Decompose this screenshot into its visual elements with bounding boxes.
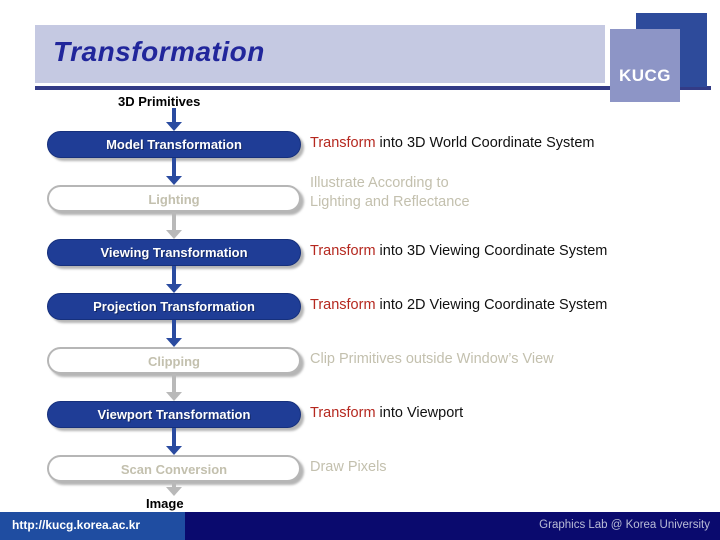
pipeline-stage-label: Projection Transformation: [93, 299, 255, 314]
pipeline-stage-box[interactable]: Model Transformation: [47, 131, 301, 158]
flow-connector-line: [172, 108, 176, 122]
pipeline-description-text: into Viewport: [375, 405, 464, 421]
pipeline-stage-description: Clip Primitives outside Window’s View: [310, 350, 554, 369]
pipeline-description-text: into 3D Viewing Coordinate System: [375, 243, 608, 259]
pipeline-description-keyword: Transform: [310, 135, 376, 151]
flow-connector-arrowhead: [166, 176, 182, 185]
pipeline-description-keyword: Transform: [310, 243, 376, 259]
pipeline-stage-box[interactable]: Scan Conversion: [47, 455, 301, 482]
pipeline-stage-label: Scan Conversion: [120, 462, 228, 477]
flow-connector-arrowhead: [166, 122, 182, 131]
flow-connector-arrowhead: [166, 487, 182, 496]
flow-connector-line: [172, 374, 176, 392]
pipeline-description-text: Illustrate According to: [310, 175, 449, 191]
flow-connector-line: [172, 428, 176, 446]
flow-connector-arrowhead: [166, 230, 182, 239]
pipeline-stage-description: Transform into 3D Viewing Coordinate Sys…: [310, 242, 607, 261]
pipeline-description-text: into 2D Viewing Coordinate System: [375, 297, 608, 313]
pipeline-stage-description: Illustrate According to Lighting and Refl…: [310, 174, 470, 212]
pipeline-stage-label: Viewing Transformation: [100, 245, 248, 260]
pipeline-stage-label: Clipping: [148, 354, 200, 369]
flow-connector-line: [172, 320, 176, 338]
flow-connector-line: [172, 212, 176, 230]
flow-connector-line: [172, 158, 176, 176]
pipeline-stage-box[interactable]: Projection Transformation: [47, 293, 301, 320]
pipeline-description-text: Draw Pixels: [310, 459, 387, 475]
pipeline-stage-description: Transform into 3D World Coordinate Syste…: [310, 134, 594, 153]
pipeline-description-text-line2: Lighting and Reflectance: [310, 194, 470, 210]
pipeline-stage-box[interactable]: Viewport Transformation: [47, 401, 301, 428]
pipeline-description-keyword: Transform: [310, 297, 376, 313]
pipeline-description-text: Clip Primitives outside Window’s View: [310, 351, 554, 367]
flow-connector-arrowhead: [166, 446, 182, 455]
pipeline-stage-label: Viewport Transformation: [97, 407, 251, 422]
footer-credit-text: Graphics Lab @ Korea University: [539, 519, 710, 531]
pipeline-stage-description: Draw Pixels: [310, 458, 387, 477]
pipeline-stage-box[interactable]: Viewing Transformation: [47, 239, 301, 266]
pipeline-stage-box[interactable]: Lighting: [47, 185, 301, 212]
pipeline-stage-box[interactable]: Clipping: [47, 347, 301, 374]
pipeline-flow-diagram: Model Transformation Transform into 3D Wo…: [0, 0, 720, 540]
flow-connector-arrowhead: [166, 392, 182, 401]
pipeline-stage-label: Model Transformation: [106, 137, 242, 152]
footer-url-link[interactable]: http://kucg.korea.ac.kr: [12, 518, 140, 532]
flow-connector-arrowhead: [166, 284, 182, 293]
flow-connector-line: [172, 266, 176, 284]
pipeline-stage-label: Lighting: [148, 192, 200, 207]
pipeline-description-keyword: Transform: [310, 405, 376, 421]
pipeline-stage-description: Transform into 2D Viewing Coordinate Sys…: [310, 296, 607, 315]
pipeline-description-text: into 3D World Coordinate System: [375, 135, 595, 151]
flow-connector-arrowhead: [166, 338, 182, 347]
pipeline-stage-description: Transform into Viewport: [310, 404, 463, 423]
